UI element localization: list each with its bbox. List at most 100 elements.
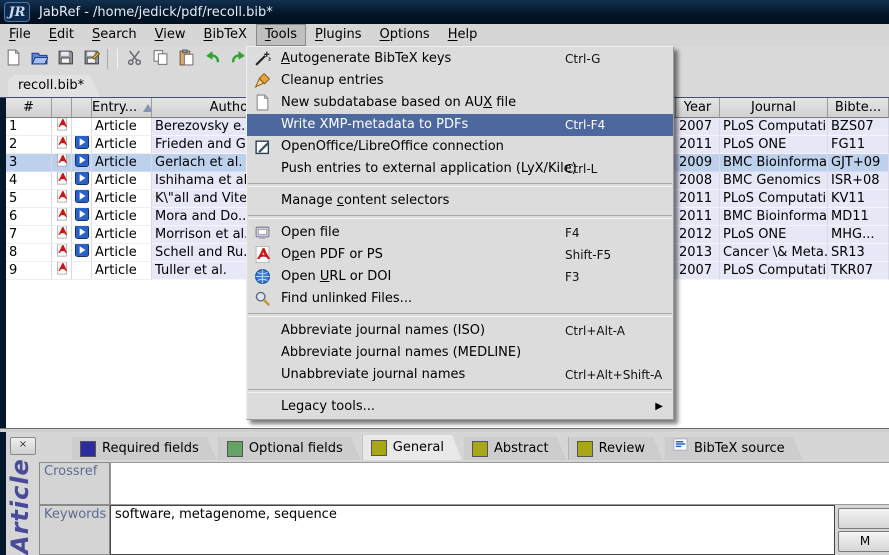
menubar-item-file[interactable]: File [0, 24, 40, 46]
wand-icon [254, 50, 272, 68]
pdf-icon [55, 172, 69, 190]
menubar-item-plugins[interactable]: Plugins [306, 24, 371, 46]
copy-button[interactable] [148, 48, 172, 71]
editor-tab-required-fields[interactable]: Required fields [72, 437, 217, 460]
column-header-icons[interactable] [52, 98, 72, 118]
menu-item-abbreviate-journal-names-iso[interactable]: Abbreviate journal names (ISO)Ctrl+Alt-A [247, 320, 673, 342]
editor-tab-optional-fields[interactable]: Optional fields [219, 437, 361, 460]
cell-entrytype: Article [92, 118, 152, 136]
paste-button[interactable] [174, 48, 198, 71]
new-database-icon [5, 49, 22, 70]
menu-item-open-url-or-doi[interactable]: Open URL or DOIF3 [247, 266, 673, 288]
editor-tab-bibtex-source[interactable]: BibTeX source [665, 437, 803, 460]
column-header-label: # [23, 100, 34, 115]
abstract-swatch-icon [472, 441, 488, 457]
menubar-item-view[interactable]: View [146, 24, 195, 46]
undo-button[interactable] [200, 48, 224, 71]
entry-editor-panel: × Required fieldsOptional fieldsGeneralA… [0, 432, 889, 555]
close-entry-editor-button[interactable]: × [10, 437, 36, 455]
save-database-button[interactable] [53, 48, 77, 71]
pdf-icon [55, 154, 69, 172]
menu-item-shortcut: Ctrl+Alt+Shift-A [565, 364, 662, 386]
menu-item-label: OpenOffice/LibreOffice connection [281, 139, 504, 154]
menu-item-abbreviate-journal-names-medline[interactable]: Abbreviate journal names (MEDLINE) [247, 342, 673, 364]
cell-pdf [52, 244, 72, 262]
menu-item-openoffice-libreoffice-connection[interactable]: OpenOffice/LibreOffice connection [247, 136, 673, 158]
menu-item-new-subdatabase-based-on-aux-file[interactable]: New subdatabase based on AUX file [247, 92, 673, 114]
cell-journal: BMC Bioinforma... [720, 208, 828, 226]
cell-bibtexkey: SR13 [828, 244, 889, 262]
field-manage-button[interactable]: M [838, 531, 889, 552]
cell-journal: PLoS ONE [720, 136, 828, 154]
menu-item-manage-content-selectors[interactable]: Manage content selectors [247, 190, 673, 212]
cell-url [72, 244, 92, 262]
cell-year: 2007 [676, 262, 720, 280]
cut-icon [126, 49, 143, 70]
cell-number: 4 [6, 172, 52, 190]
pdf-icon [55, 208, 69, 226]
editor-tab-review[interactable]: Review [569, 437, 663, 460]
cell-number: 6 [6, 208, 52, 226]
cell-entrytype: Article [92, 172, 152, 190]
menu-item-label: Open PDF or PS [281, 247, 383, 262]
editor-tab-general[interactable]: General [363, 435, 462, 460]
database-tab[interactable]: recoll.bib* [8, 75, 100, 97]
cell-year: 2007 [676, 118, 720, 136]
menu-item-label: Write XMP-metadata to PDFs [281, 117, 468, 132]
sort-ascending-icon [143, 104, 152, 112]
save-as-icon [83, 49, 100, 70]
menu-item-autogenerate-bibtex-keys[interactable]: Autogenerate BibTeX keys Ctrl-G [247, 48, 673, 70]
menu-item-label: Cleanup entries [281, 73, 384, 88]
menubar-item-bibtex[interactable]: BibTeX [195, 24, 256, 46]
open-database-button[interactable] [27, 48, 51, 71]
cell-bibtexkey: BZS07 [828, 118, 889, 136]
menu-item-open-pdf-or-ps[interactable]: Open PDF or PSShift-F5 [247, 244, 673, 266]
column-header-Bibte...[interactable]: Bibte... [828, 98, 889, 118]
menubar-item-edit[interactable]: Edit [40, 24, 83, 46]
menu-item-unabbreviate-journal-names[interactable]: Unabbreviate journal namesCtrl+Alt+Shift… [247, 364, 673, 386]
cell-year: 2008 [676, 172, 720, 190]
menubar-item-tools[interactable]: Tools [256, 24, 306, 46]
cell-number: 2 [6, 136, 52, 154]
menu-item-legacy-tools[interactable]: Legacy tools...▶ [247, 396, 673, 418]
menu-item-find-unlinked-files[interactable]: Find unlinked Files... [247, 288, 673, 310]
save-as-button[interactable] [79, 48, 103, 71]
editor-tab-abstract[interactable]: Abstract [464, 437, 567, 460]
open-file-icon [254, 224, 272, 242]
column-header-label: Entry... [92, 100, 137, 115]
menu-item-shortcut: Ctrl-G [565, 48, 600, 70]
menu-item-label: Find unlinked Files... [281, 291, 412, 306]
cell-entrytype: Article [92, 244, 152, 262]
cut-button[interactable] [122, 48, 146, 71]
entry-editor-tabs: Required fieldsOptional fieldsGeneralAbs… [72, 436, 805, 460]
column-header-Journal[interactable]: Journal [720, 98, 828, 118]
title-bar: JR JabRef - /home/jedick/pdf/recoll.bib* [0, 0, 889, 25]
menubar-item-help[interactable]: Help [439, 24, 487, 46]
crossref-field-input[interactable] [110, 462, 889, 505]
field-extra-button[interactable] [838, 508, 889, 529]
column-header-icons[interactable] [72, 98, 92, 118]
menu-item-write-xmp-metadata-to-pdfs[interactable]: Write XMP-metadata to PDFsCtrl-F4 [247, 114, 673, 136]
menu-item-open-file[interactable]: Open fileF4 [247, 222, 673, 244]
keywords-field-input[interactable]: software, metagenome, sequence [110, 505, 835, 555]
menu-item-cleanup-entries[interactable]: Cleanup entries [247, 70, 673, 92]
jabref-logo-icon: JR [4, 2, 30, 22]
column-header-Year[interactable]: Year [676, 98, 720, 118]
menu-item-push-entries-to-external-application-lyx-kile[interactable]: Push entries to external application (Ly… [247, 158, 673, 180]
column-header-Entry...[interactable]: Entry... [92, 98, 152, 118]
cell-bibtexkey: KV11 [828, 190, 889, 208]
review-swatch-icon [577, 441, 593, 457]
cell-bibtexkey: MHG... [828, 226, 889, 244]
menubar-item-options[interactable]: Options [371, 24, 439, 46]
menubar-item-search[interactable]: Search [83, 24, 146, 46]
cell-journal: BMC Bioinforma... [720, 154, 828, 172]
cell-pdf [52, 208, 72, 226]
menu-item-label: New subdatabase based on AUX file [281, 95, 516, 110]
menu-item-label: Autogenerate BibTeX keys [281, 51, 451, 66]
cell-pdf [52, 190, 72, 208]
new-database-button[interactable] [1, 48, 25, 71]
cell-journal: PLoS ONE [720, 226, 828, 244]
column-header-#[interactable]: # [6, 98, 52, 118]
pdf-icon [55, 244, 69, 262]
cell-entrytype: Article [92, 208, 152, 226]
